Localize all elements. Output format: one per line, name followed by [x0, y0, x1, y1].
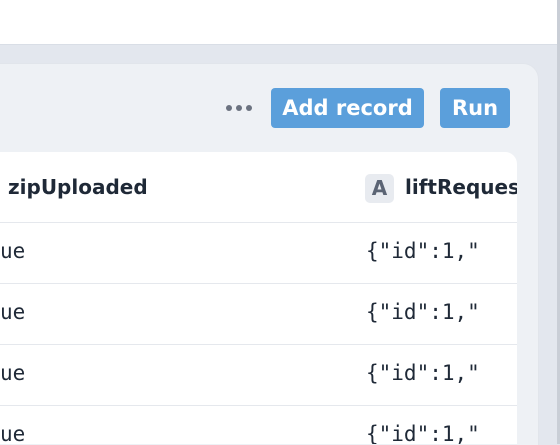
cell-liftrequest[interactable]: {"id":1,": [366, 361, 480, 385]
cell-zipuploaded[interactable]: ue: [0, 361, 25, 385]
top-panel: [0, 0, 557, 45]
run-button[interactable]: Run: [440, 88, 510, 128]
cell-liftrequest[interactable]: {"id":1,": [366, 239, 480, 263]
add-record-button[interactable]: Add record: [271, 88, 424, 128]
cell-liftrequest[interactable]: {"id":1,": [366, 422, 480, 444]
table-row[interactable]: ue {"id":1,": [0, 406, 517, 444]
text-type-icon: A: [365, 174, 394, 203]
cell-zipuploaded[interactable]: ue: [0, 422, 25, 444]
cell-zipuploaded[interactable]: ue: [0, 300, 25, 324]
table-row[interactable]: ue {"id":1,": [0, 223, 517, 284]
table-row[interactable]: ue {"id":1,": [0, 345, 517, 406]
cell-liftrequest[interactable]: {"id":1,": [366, 300, 480, 324]
more-dot-icon: [236, 105, 242, 111]
column-header-zipuploaded[interactable]: zipUploaded: [8, 175, 148, 199]
table-header-row: zipUploaded A liftRequest: [0, 152, 517, 223]
more-dot-icon: [246, 105, 252, 111]
column-header-liftrequest[interactable]: liftRequest: [405, 175, 517, 199]
more-dot-icon: [226, 105, 232, 111]
table-row[interactable]: ue {"id":1,": [0, 284, 517, 345]
more-options-button[interactable]: [221, 95, 257, 121]
cell-zipuploaded[interactable]: ue: [0, 239, 25, 263]
records-table: zipUploaded A liftRequest ue {"id":1," u…: [0, 152, 517, 444]
